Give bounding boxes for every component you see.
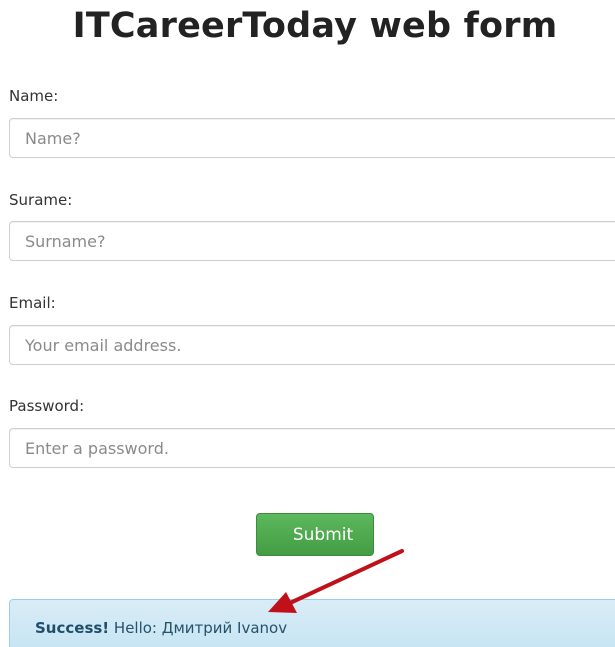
alert-message: Hello: Дмитрий Ivanov [109, 619, 288, 637]
name-input[interactable] [9, 118, 615, 158]
password-label: Password: [9, 397, 85, 415]
surname-input[interactable] [9, 221, 615, 261]
web-form-page: ITCareerToday web form Name: Surame: Ema… [0, 0, 615, 647]
email-label: Email: [9, 294, 56, 312]
success-alert: Success! Hello: Дмитрий Ivanov [9, 599, 615, 647]
name-label: Name: [9, 87, 59, 105]
alert-success-label: Success! [35, 619, 110, 637]
password-input[interactable] [9, 428, 615, 468]
email-input[interactable] [9, 325, 615, 365]
submit-button[interactable]: Submit [256, 513, 374, 556]
page-title: ITCareerToday web form [72, 6, 558, 46]
surname-label: Surame: [9, 191, 73, 209]
